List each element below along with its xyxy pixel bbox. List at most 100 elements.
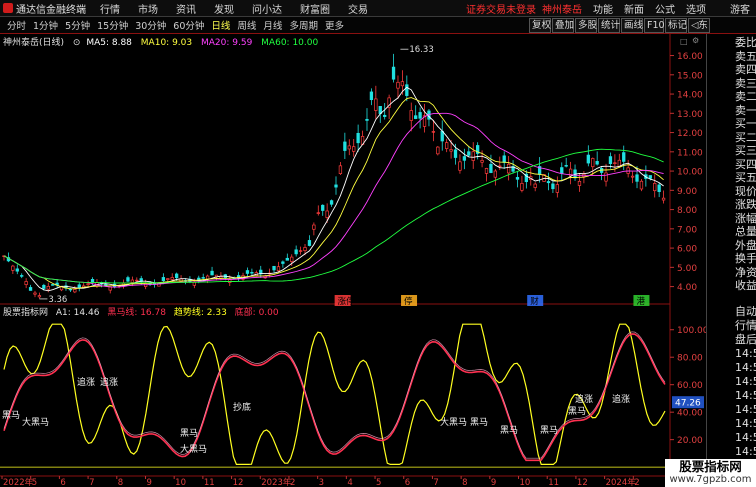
trend-line-value: 趋势线: 2.33 [173, 308, 227, 318]
stock-chart[interactable]: 16.33 3.36 16.00 15.00 14.00 13.00 12.00 11.00… [0, 34, 706, 487]
menu-news[interactable]: 资讯 [176, 1, 196, 16]
date-tick-label: 2024年 [606, 477, 637, 487]
panel-collapse-icon[interactable]: □ [680, 37, 688, 46]
menu-function[interactable]: 功能 [593, 1, 613, 16]
period-intraday[interactable]: 分时 [5, 18, 28, 32]
date-tick-label: 5 [376, 478, 381, 487]
menu-discover[interactable]: 发现 [214, 1, 234, 16]
date-axis: 2022年5 6 7 8 9 10 11 12 2023年2 3 4 5 6 7 8 9 10 11 12 2024年… [1, 476, 640, 487]
panel-settings-icon[interactable]: ⚙ [692, 36, 699, 45]
candle-body [130, 279, 135, 283]
login-warning[interactable]: 证券交易未登录 [466, 1, 536, 16]
price-tick-label: 4.00 [677, 283, 697, 293]
candle-body [307, 240, 312, 246]
period-1min[interactable]: 1分钟 [31, 18, 60, 32]
quote-label: 卖四 [735, 63, 756, 76]
ma10-value: MA10: 9.03 [140, 38, 193, 48]
candle-body [564, 165, 568, 167]
quote-label: 总量 [735, 225, 756, 238]
candle-body [498, 165, 502, 168]
candle-body [11, 265, 15, 271]
quote-label: 涨幅 [735, 211, 756, 225]
ma5-value: MA5: 8.88 [86, 38, 132, 48]
period-60min[interactable]: 60分钟 [171, 18, 206, 32]
multi-stock-button[interactable]: 多股 [575, 18, 597, 33]
stock-name-header: 神州泰岳 [542, 4, 582, 16]
candle-body [290, 256, 294, 262]
menu-wealth[interactable]: 财富圈 [300, 1, 330, 16]
event-marker-label: 停 [404, 296, 413, 307]
period-monthly[interactable]: 月线 [261, 18, 284, 32]
candle-body [294, 249, 298, 255]
statistics-button[interactable]: 统计 [598, 18, 620, 33]
candle-body [653, 182, 657, 192]
period-more[interactable]: 更多 [323, 18, 346, 32]
candle-body [453, 149, 458, 158]
candle-body [418, 112, 422, 119]
price-panel-title: 神州泰岳(日线) ⊙ MA5: 8.88 MA10: 9.03 MA20: 9.… [3, 35, 324, 48]
candle-body [484, 168, 489, 174]
candle-body [86, 283, 90, 286]
candle-body [622, 152, 626, 162]
candle-body [166, 278, 170, 280]
black-horse-line-value: 黑马线: 16.78 [107, 308, 166, 318]
candle-body [250, 271, 254, 274]
candle-body [400, 81, 405, 87]
period-multi[interactable]: 多周期 [287, 18, 320, 32]
period-weekly[interactable]: 周线 [235, 18, 258, 32]
menu-bar: 通达信金融终端 行情 市场 资讯 发现 问小达 财富圈 交易 证券交易未登录 神… [0, 0, 756, 17]
indicator-name[interactable]: 股票指标网 [3, 308, 48, 318]
candle-body [586, 154, 590, 164]
candle-body [657, 184, 661, 192]
ma-dropdown-icon[interactable]: ⊙ [73, 38, 81, 48]
period-5min[interactable]: 5分钟 [63, 18, 92, 32]
black-horse-line-shadow [3, 331, 666, 459]
candle-body [595, 161, 599, 165]
quote-label: 外盘 [735, 238, 756, 252]
menu-ask[interactable]: 问小达 [252, 1, 282, 16]
ma10-line [3, 97, 664, 290]
candle-body [312, 224, 316, 230]
menu-new-page[interactable]: 新面 [624, 1, 644, 16]
menu-quotes[interactable]: 行情 [100, 1, 120, 16]
candle-body [316, 212, 320, 214]
draw-line-button[interactable]: 画线 [621, 18, 643, 33]
f10-button[interactable]: F10 [644, 18, 665, 33]
candle-body [201, 277, 205, 279]
mark-button[interactable]: 标记 [665, 18, 687, 33]
candle-body [365, 118, 369, 121]
east-button[interactable]: ◁东 [688, 18, 710, 33]
candle-body [170, 277, 174, 280]
date-tick-label: 9 [491, 478, 496, 487]
menu-market[interactable]: 市场 [138, 1, 158, 16]
period-15min[interactable]: 15分钟 [95, 18, 130, 32]
candle-body [245, 270, 250, 274]
period-30min[interactable]: 30分钟 [133, 18, 168, 32]
date-tick-label: 10 [175, 478, 186, 487]
candle-body [272, 265, 276, 271]
restore-rights-button[interactable]: 复权 [529, 18, 551, 33]
ma20-line [3, 112, 664, 288]
candle-body [551, 183, 555, 190]
quote-label: 买五 [735, 171, 756, 184]
candlesticks [2, 53, 666, 299]
candle-body [46, 285, 50, 290]
menu-trade[interactable]: 交易 [348, 1, 368, 16]
app-name: 通达信金融终端 [16, 4, 86, 16]
menu-formula[interactable]: 公式 [655, 1, 675, 16]
time-label: 14:50 [735, 347, 756, 360]
date-tick-label: 9 [146, 478, 151, 487]
candle-body [73, 289, 77, 293]
candle-body [343, 141, 347, 151]
signal-label: 大黑马 [180, 443, 207, 455]
period-daily[interactable]: 日线 [209, 18, 232, 32]
signal-label: 追涨 [612, 393, 630, 405]
quote-label: 卖二 [735, 90, 756, 103]
overlay-button[interactable]: 叠加 [552, 18, 574, 33]
menu-guest[interactable]: 游客 [730, 1, 750, 16]
quote-label: 买三 [735, 144, 756, 157]
candle-body [560, 167, 564, 174]
quote-label: 收益 [735, 279, 756, 292]
time-label: 自动 [735, 305, 756, 318]
menu-options[interactable]: 选项 [686, 1, 706, 16]
